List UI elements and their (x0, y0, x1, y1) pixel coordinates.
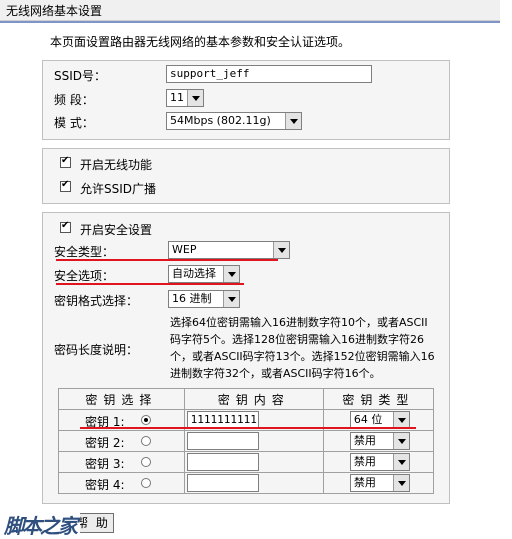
title-separator (0, 21, 500, 23)
channel-select[interactable]: 11 (166, 89, 204, 107)
intro-text: 本页面设置路由器无线网络的基本参数和安全认证选项。 (50, 35, 351, 49)
key-length-label: 密码长度说明： (54, 343, 139, 357)
annotation-underline (56, 283, 244, 285)
mode-value: 54Mbps (802.11g) (170, 114, 271, 127)
key4-type-select[interactable]: 禁用 (349, 474, 410, 492)
chevron-down-icon[interactable] (392, 433, 409, 449)
ssid-broadcast-checkbox[interactable] (60, 179, 71, 192)
key-label: 密钥 2: (85, 436, 125, 450)
ssid-input[interactable]: support_jeff (166, 65, 372, 83)
key-row: 密钥 4: 禁用 (58, 472, 435, 494)
annotation-underline (56, 259, 278, 261)
chevron-down-icon[interactable] (273, 242, 289, 258)
key-table-header: 密钥选择 密钥内容 密钥类型 (58, 388, 435, 410)
key-table: 密钥选择 密钥内容 密钥类型 密钥 1: 1111111111 64 位 密钥 … (58, 388, 435, 494)
key-length-desc-line: 选择64位密钥需输入16进制数字符10个，或者ASCII (170, 316, 428, 329)
mode-select[interactable]: 54Mbps (802.11g) (166, 112, 302, 130)
chevron-down-icon[interactable] (223, 266, 239, 282)
key2-input[interactable] (186, 432, 259, 450)
annotation-underline (80, 427, 416, 429)
key3-type-value: 禁用 (353, 455, 376, 468)
chevron-down-icon[interactable] (392, 412, 409, 428)
channel-value: 11 (170, 91, 184, 104)
security-option-select[interactable]: 自动选择 (168, 265, 240, 283)
key3-input[interactable] (186, 453, 259, 471)
key-label: 密钥 4: (85, 478, 125, 492)
enable-wireless-label: 开启无线功能 (80, 158, 153, 172)
enable-wireless-checkbox[interactable] (60, 155, 71, 168)
column-header: 密钥内容 (183, 388, 324, 410)
key-length-desc-line: 码字符5个。选择128位密钥需输入16进制数字符26 (170, 333, 424, 346)
key-format-select[interactable]: 16 进制 (168, 290, 240, 308)
key-format-value: 16 进制 (172, 292, 212, 305)
ssid-label: SSID号： (54, 69, 107, 83)
key1-radio[interactable] (141, 415, 151, 425)
key4-type-value: 禁用 (353, 476, 376, 489)
key1-type-value: 64 位 (353, 413, 383, 426)
key2-type-value: 禁用 (353, 434, 376, 447)
key-row: 密钥 3: 禁用 (58, 451, 435, 473)
key-length-desc-line: 个，或者ASCII码字符13个。选择152位密钥需输入16 (170, 350, 435, 363)
key3-type-select[interactable]: 禁用 (349, 453, 410, 471)
chevron-down-icon[interactable] (392, 475, 409, 491)
key3-radio[interactable] (141, 457, 151, 467)
mode-label: 模 式： (54, 116, 94, 130)
key4-input[interactable] (186, 474, 259, 492)
security-type-value: WEP (172, 243, 197, 256)
enable-security-label: 开启安全设置 (80, 223, 153, 237)
ssid-broadcast-label: 允许SSID广播 (80, 182, 157, 196)
page-title: 无线网络基本设置 (6, 4, 103, 18)
key2-radio[interactable] (141, 436, 151, 446)
security-option-label: 安全选项： (54, 269, 115, 283)
key-row: 密钥 2: 禁用 (58, 430, 435, 452)
key4-radio[interactable] (141, 478, 151, 488)
chevron-down-icon[interactable] (187, 90, 203, 106)
column-header: 密钥类型 (322, 388, 435, 410)
key-label: 密钥 3: (85, 457, 125, 471)
channel-label: 频 段： (54, 93, 94, 107)
chevron-down-icon[interactable] (223, 291, 239, 307)
title-bar: 无线网络基本设置 (0, 0, 500, 21)
enable-security-checkbox[interactable] (60, 220, 71, 233)
key2-type-select[interactable]: 禁用 (349, 432, 410, 450)
watermark-text: 脚本之家 (4, 514, 78, 538)
watermark-logo: 脚本之家 (0, 506, 80, 538)
chevron-down-icon[interactable] (392, 454, 409, 470)
key-length-desc-line: 进制数字符32个，或者ASCII码字符16个。 (170, 367, 381, 380)
column-header: 密钥选择 (58, 388, 185, 410)
security-option-value: 自动选择 (172, 267, 216, 280)
chevron-down-icon[interactable] (285, 113, 301, 129)
key-format-label: 密钥格式选择： (54, 294, 139, 308)
security-type-label: 安全类型： (54, 245, 115, 259)
security-type-select[interactable]: WEP (168, 241, 290, 259)
